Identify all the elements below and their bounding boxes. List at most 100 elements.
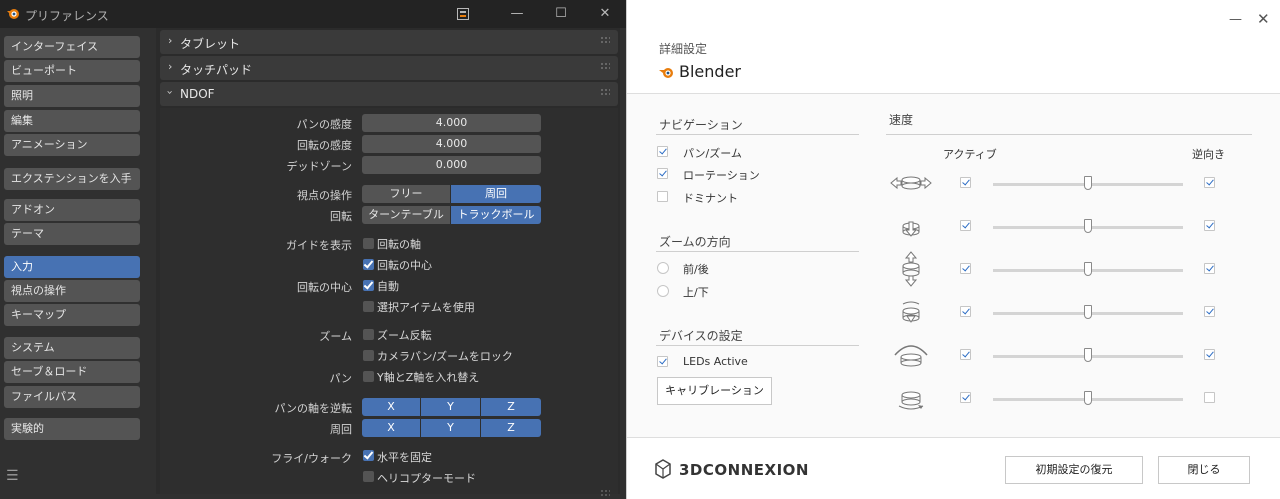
sidebar-item-input[interactable]: 入力 xyxy=(4,256,140,278)
lock-camera-label: カメラパン/ズームをロック xyxy=(377,350,513,363)
preferences-sidebar: インターフェイス ビューポート 照明 編集 アニメーション エクステンションを入… xyxy=(0,28,148,499)
rotation-trackball[interactable]: トラックボール xyxy=(451,206,541,224)
orbit-sensitivity-field[interactable]: 4.000 xyxy=(362,135,541,153)
rotation-turntable[interactable]: ターンテーブル xyxy=(362,206,450,224)
axis-tilt-reverse-checkbox[interactable] xyxy=(1204,306,1215,317)
sidebar-item-editing[interactable]: 編集 xyxy=(4,110,140,132)
invert-pan-y[interactable]: Y xyxy=(421,398,480,416)
blender-logo-icon xyxy=(7,9,19,19)
show-orbit-axis-checkbox[interactable] xyxy=(363,238,374,249)
invert-pan-z[interactable]: Z xyxy=(481,398,541,416)
zoom-invert-checkbox[interactable] xyxy=(363,329,374,340)
axis-zoom-speed-slider[interactable] xyxy=(1084,262,1092,276)
invert-orbit-z[interactable]: Z xyxy=(481,419,541,437)
close-icon[interactable]: ✕ xyxy=(594,3,616,25)
invert-orbit-y[interactable]: Y xyxy=(421,419,480,437)
leds-active-label: LEDs Active xyxy=(683,355,748,368)
axis-pan-lr-active-checkbox[interactable] xyxy=(960,177,971,188)
sidebar-item-save-load[interactable]: セーブ＆ロード xyxy=(4,361,140,383)
sidebar-item-system[interactable]: システム xyxy=(4,337,140,359)
pan-sensitivity-field[interactable]: 4.000 xyxy=(362,114,541,132)
axis-pan-lr-speed-slider[interactable] xyxy=(1084,176,1092,190)
axis-pan-lr-reverse-checkbox[interactable] xyxy=(1204,177,1215,188)
helicopter-mode-checkbox[interactable] xyxy=(363,471,374,482)
resize-grip-icon[interactable] xyxy=(600,489,610,497)
pan-zoom-checkbox[interactable] xyxy=(657,146,668,157)
rotation-label: 回転 xyxy=(330,210,352,223)
dominant-label: ドミナント xyxy=(683,192,738,205)
window-title: プリファレンス xyxy=(25,9,109,23)
axis-tilt-active-checkbox[interactable] xyxy=(960,306,971,317)
axis-zoom-reverse-checkbox[interactable] xyxy=(1204,263,1215,274)
app-name: Blender xyxy=(679,62,741,81)
rotation-checkbox[interactable] xyxy=(657,168,668,179)
dominant-checkbox[interactable] xyxy=(657,191,668,202)
zoom-fwd-back-radio[interactable] xyxy=(657,262,669,274)
panel-header-touchpad[interactable]: › タッチパッド xyxy=(160,56,618,80)
sidebar-item-animation[interactable]: アニメーション xyxy=(4,134,140,156)
restore-defaults-button[interactable]: 初期設定の復元 xyxy=(1005,456,1143,484)
3dconnexion-settings-window: — ✕ 詳細設定 Blender ナビゲーション パン/ズーム ローテーション … xyxy=(626,0,1280,499)
orbit-center-auto-checkbox[interactable] xyxy=(363,280,374,291)
chevron-right-icon: › xyxy=(168,34,173,47)
axis-spin-speed-slider[interactable] xyxy=(1084,391,1092,405)
nav-mode-orbit[interactable]: 周回 xyxy=(451,185,541,203)
drag-grip-icon[interactable] xyxy=(600,36,610,44)
sidebar-item-file-paths[interactable]: ファイルパス xyxy=(4,386,140,408)
window-menu-icon[interactable] xyxy=(452,3,474,25)
nav-mode-label: 視点の操作 xyxy=(297,189,352,202)
leds-active-checkbox[interactable] xyxy=(657,356,668,367)
spin-icon xyxy=(898,391,924,410)
chevron-down-icon: › xyxy=(163,90,177,95)
sidebar-item-navigation[interactable]: 視点の操作 xyxy=(4,280,140,302)
sidebar-item-lights[interactable]: 照明 xyxy=(4,85,140,107)
hamburger-menu-icon[interactable]: ☰ xyxy=(6,468,19,484)
sidebar-item-addons[interactable]: アドオン xyxy=(4,199,140,221)
close-button[interactable]: 閉じる xyxy=(1158,456,1250,484)
zoom-up-down-label: 上/下 xyxy=(683,286,709,299)
pan-zoom-label: パン/ズーム xyxy=(683,147,742,160)
axis-zoom-active-checkbox[interactable] xyxy=(960,263,971,274)
show-orbit-center-label: 回転の中心 xyxy=(377,259,432,272)
panel-header-tablet[interactable]: › タブレット xyxy=(160,30,618,54)
sidebar-item-viewport[interactable]: ビューポート xyxy=(4,60,140,82)
lock-horizon-checkbox[interactable] xyxy=(363,450,374,461)
zoom-up-down-radio[interactable] xyxy=(657,285,669,297)
lock-camera-checkbox[interactable] xyxy=(363,350,374,361)
lock-horizon-label: 水平を固定 xyxy=(377,451,432,464)
axis-spin-active-checkbox[interactable] xyxy=(960,392,971,403)
axis-pan-ud-active-checkbox[interactable] xyxy=(960,220,971,231)
invert-orbit-x[interactable]: X xyxy=(362,419,420,437)
axis-pan-ud-reverse-checkbox[interactable] xyxy=(1204,220,1215,231)
calibration-button[interactable]: キャリブレーション xyxy=(657,377,772,405)
3dconnexion-logo-icon xyxy=(655,459,671,479)
axis-tilt-speed-slider[interactable] xyxy=(1084,305,1092,319)
nav-mode-free[interactable]: フリー xyxy=(362,185,450,203)
swap-yz-checkbox[interactable] xyxy=(363,371,374,382)
panel-header-ndof[interactable]: › NDOF xyxy=(160,82,618,106)
sidebar-item-keymap[interactable]: キーマップ xyxy=(4,304,140,326)
minimize-icon[interactable]: — xyxy=(1229,12,1242,27)
deadzone-field[interactable]: 0.000 xyxy=(362,156,541,174)
axis-roll-speed-slider[interactable] xyxy=(1084,348,1092,362)
show-orbit-center-checkbox[interactable] xyxy=(363,259,374,270)
sidebar-item-get-extensions[interactable]: エクステンションを入手 xyxy=(4,168,140,190)
axis-roll-reverse-checkbox[interactable] xyxy=(1204,349,1215,360)
axis-roll-active-checkbox[interactable] xyxy=(960,349,971,360)
drag-grip-icon[interactable] xyxy=(600,62,610,70)
axis-pan-ud-speed-slider[interactable] xyxy=(1084,219,1092,233)
sidebar-item-themes[interactable]: テーマ xyxy=(4,223,140,245)
axis-spin-reverse-checkbox[interactable] xyxy=(1204,392,1215,403)
maximize-icon[interactable]: ☐ xyxy=(550,3,572,25)
invert-pan-x[interactable]: X xyxy=(362,398,420,416)
sidebar-item-experimental[interactable]: 実験的 xyxy=(4,418,140,440)
close-icon[interactable]: ✕ xyxy=(1257,10,1270,28)
minimize-icon[interactable]: — xyxy=(506,3,528,25)
drag-grip-icon[interactable] xyxy=(600,88,610,96)
use-selection-checkbox[interactable] xyxy=(363,301,374,312)
show-guides-label: ガイドを表示 xyxy=(286,239,352,252)
deadzone-label: デッドゾーン xyxy=(286,160,352,173)
orbit-sensitivity-label: 回転の感度 xyxy=(297,139,352,152)
reverse-column-header: 逆向き xyxy=(1192,148,1225,161)
sidebar-item-interface[interactable]: インターフェイス xyxy=(4,36,140,58)
